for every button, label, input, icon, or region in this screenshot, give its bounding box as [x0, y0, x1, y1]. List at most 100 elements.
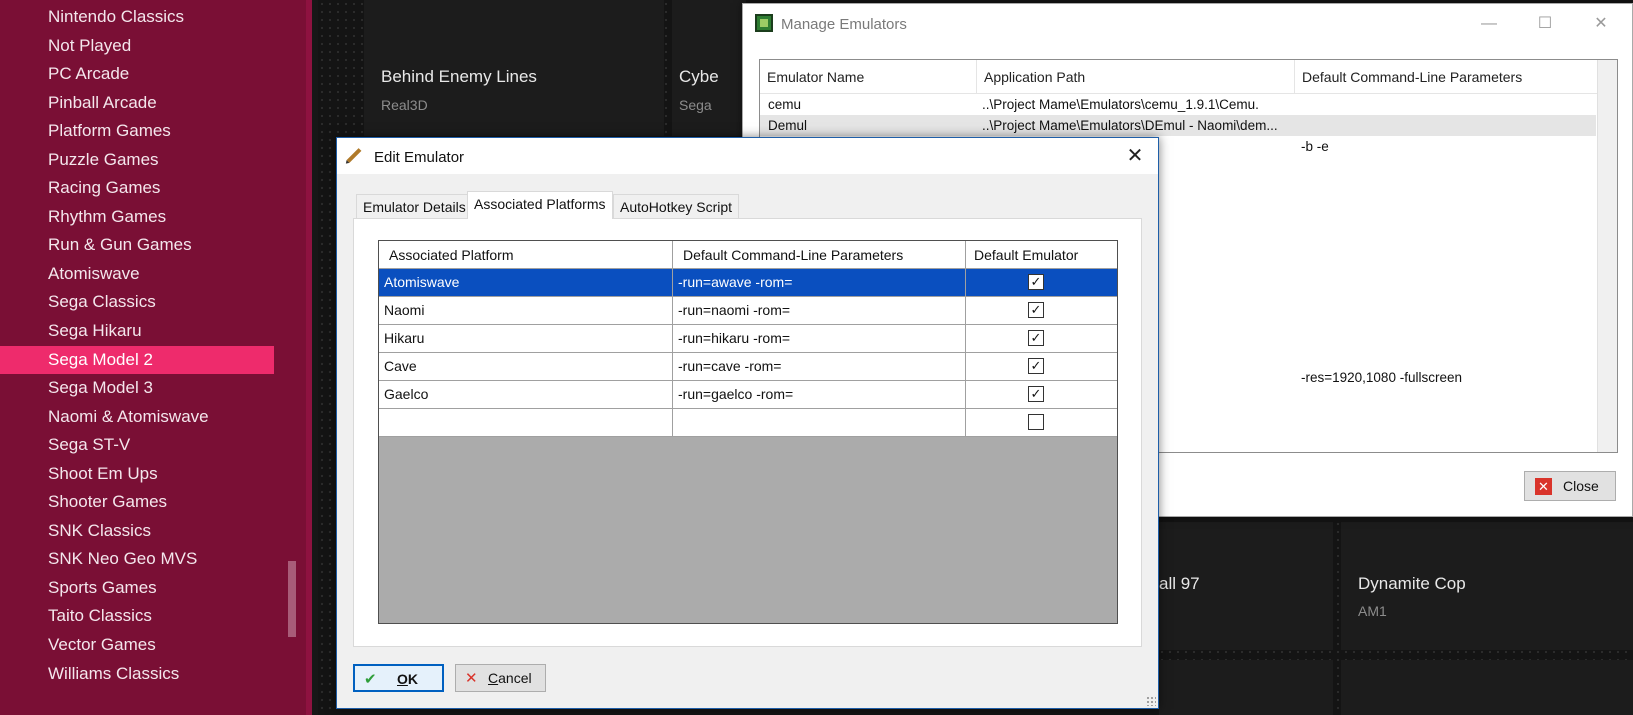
- associated-platform-cell[interactable]: Cave: [379, 353, 673, 380]
- default-emulator-checkbox[interactable]: ✓: [1028, 358, 1044, 374]
- parameters-cell: [1301, 220, 1591, 241]
- game-tile-cyber[interactable]: Cybe Sega: [672, 0, 746, 136]
- platform-sidebar: Nintendo Classics Not Played PC Arcade Pinb…: [0, 0, 312, 715]
- sidebar-item[interactable]: Nintendo Classics: [0, 3, 274, 32]
- column-header-parameters[interactable]: Default Command-Line Parameters: [1295, 60, 1596, 94]
- game-tile-bottom[interactable]: [1341, 660, 1633, 715]
- parameters-cell: -b -e: [1301, 139, 1329, 154]
- default-emulator-checkbox[interactable]: ✓: [1028, 274, 1044, 290]
- platform-row[interactable]: Gaelco -run=gaelco -rom= ✓: [379, 381, 1117, 409]
- sidebar-scrollbar[interactable]: [288, 561, 296, 637]
- associated-platform-cell[interactable]: Naomi: [379, 297, 673, 324]
- sidebar-item[interactable]: Pinball Arcade: [0, 89, 274, 118]
- sidebar-item[interactable]: Run & Gun Games: [0, 231, 274, 260]
- sidebar-item[interactable]: Rhythm Games: [0, 203, 274, 232]
- associated-platform-cell[interactable]: Gaelco: [379, 381, 673, 408]
- associated-platform-cell[interactable]: Hikaru: [379, 325, 673, 352]
- dialog-title: Edit Emulator: [374, 149, 465, 166]
- default-emulator-checkbox[interactable]: ✓: [1028, 302, 1044, 318]
- game-tile-behind-enemy-lines[interactable]: Behind Enemy Lines Real3D: [364, 0, 664, 136]
- sidebar-item[interactable]: Shooter Games: [0, 488, 274, 517]
- parameters-cell: [1301, 241, 1591, 262]
- sidebar-item[interactable]: Shoot Em Ups: [0, 460, 274, 489]
- cancel-button[interactable]: ✕ Cancel: [455, 664, 546, 692]
- emulators-list-scrollbar[interactable]: [1597, 60, 1617, 452]
- parameters-cell: [1301, 94, 1591, 115]
- default-emulator-checkbox[interactable]: ✓: [1028, 386, 1044, 402]
- parameters-cell: [1301, 199, 1591, 220]
- game-tile-dynamite-cop[interactable]: Dynamite Cop AM1: [1341, 522, 1633, 650]
- platform-row[interactable]: Atomiswave -run=awave -rom= ✓: [379, 269, 1117, 297]
- application-path-cell: ..\Project Mame\Emulators\DEmul - Naomi\…: [982, 118, 1278, 133]
- checkmark-icon: ✔: [364, 671, 377, 688]
- command-line-parameters-cell[interactable]: [673, 409, 966, 436]
- sidebar-item[interactable]: SNK Classics: [0, 517, 274, 546]
- sidebar-item[interactable]: Sega Classics: [0, 288, 274, 317]
- edit-emulator-dialog: Edit Emulator ✕ Emulator Details Associa…: [336, 137, 1159, 709]
- platform-row[interactable]: [379, 409, 1117, 437]
- command-line-parameters-cell[interactable]: -run=naomi -rom=: [673, 297, 966, 324]
- parameters-cell: -res=1920,1080 -fullscreen: [1301, 370, 1462, 385]
- ok-button-label: OK: [397, 671, 419, 687]
- sidebar-item[interactable]: Racing Games: [0, 174, 274, 203]
- column-header-default-emulator[interactable]: Default Emulator: [966, 241, 1117, 269]
- grid-header: Associated Platform Default Command-Line…: [379, 241, 1117, 269]
- command-line-parameters-cell[interactable]: -run=hikaru -rom=: [673, 325, 966, 352]
- associated-platform-cell[interactable]: Atomiswave: [379, 269, 673, 296]
- maximize-button[interactable]: ☐: [1530, 12, 1560, 36]
- emulator-row[interactable]: Demul ..\Project Mame\Emulators\DEmul - N…: [760, 115, 1596, 136]
- tab-emulator-details[interactable]: Emulator Details: [356, 194, 473, 219]
- associated-platforms-grid: Associated Platform Default Command-Line…: [378, 240, 1118, 624]
- sidebar-item[interactable]: Platform Games: [0, 117, 274, 146]
- tab-autohotkey-script[interactable]: AutoHotkey Script: [613, 194, 740, 219]
- platform-row[interactable]: Naomi -run=naomi -rom= ✓: [379, 297, 1117, 325]
- parameters-cell: [1301, 178, 1591, 199]
- manage-emulators-titlebar[interactable]: Manage Emulators — ☐ ✕: [743, 4, 1632, 44]
- game-tile-bottom[interactable]: [1159, 660, 1333, 715]
- default-emulator-checkbox[interactable]: [1028, 414, 1044, 430]
- associated-platform-cell[interactable]: [379, 409, 673, 436]
- emulator-chip-icon: [755, 14, 773, 32]
- game-tile-partial[interactable]: all 97: [1159, 522, 1333, 650]
- game-subtitle: Sega: [679, 97, 712, 113]
- sidebar-item[interactable]: PC Arcade: [0, 60, 274, 89]
- sidebar-item[interactable]: Atomiswave: [0, 260, 274, 289]
- column-header-emulator-name[interactable]: Emulator Name: [760, 60, 977, 94]
- default-emulator-checkbox[interactable]: ✓: [1028, 330, 1044, 346]
- column-header-application-path[interactable]: Application Path: [977, 60, 1295, 94]
- sidebar-item[interactable]: Vector Games: [0, 631, 274, 660]
- parameters-cell: [1301, 304, 1591, 325]
- command-line-parameters-cell[interactable]: -run=awave -rom=: [673, 269, 966, 296]
- platform-row[interactable]: Cave -run=cave -rom= ✓: [379, 353, 1117, 381]
- sidebar-item[interactable]: Sega ST-V: [0, 431, 274, 460]
- command-line-parameters-cell[interactable]: -run=cave -rom=: [673, 353, 966, 380]
- column-header-associated-platform[interactable]: Associated Platform: [379, 241, 673, 269]
- window-title: Manage Emulators: [781, 16, 907, 33]
- sidebar-item[interactable]: Sega Model 3: [0, 374, 274, 403]
- resize-grip[interactable]: [1146, 696, 1156, 706]
- sidebar-item[interactable]: Not Played: [0, 32, 274, 61]
- sidebar-item[interactable]: Naomi & Atomiswave: [0, 403, 274, 432]
- game-title: Behind Enemy Lines: [381, 67, 537, 86]
- default-emulator-cell: ✓: [966, 353, 1117, 380]
- dialog-close-button[interactable]: ✕: [1122, 143, 1148, 169]
- sidebar-item[interactable]: Sega Model 2: [0, 345, 274, 375]
- sidebar-item[interactable]: SNK Neo Geo MVS: [0, 545, 274, 574]
- ok-button[interactable]: ✔ OK: [353, 664, 444, 692]
- sidebar-item[interactable]: Sega Hikaru: [0, 317, 274, 346]
- command-line-parameters-cell[interactable]: -run=gaelco -rom=: [673, 381, 966, 408]
- close-button[interactable]: ✕ Close: [1524, 471, 1616, 501]
- sidebar-item[interactable]: Puzzle Games: [0, 146, 274, 175]
- sidebar-item[interactable]: Williams Classics: [0, 660, 274, 689]
- parameters-cell: [1301, 115, 1591, 136]
- minimize-button[interactable]: —: [1474, 12, 1504, 36]
- tab-associated-platforms[interactable]: Associated Platforms: [467, 191, 613, 219]
- sidebar-item[interactable]: Sports Games: [0, 574, 274, 603]
- edit-emulator-titlebar[interactable]: Edit Emulator ✕: [337, 138, 1158, 174]
- emulator-row[interactable]: cemu ..\Project Mame\Emulators\cemu_1.9.1…: [760, 94, 1596, 115]
- window-close-button[interactable]: ✕: [1586, 12, 1616, 36]
- sidebar-item[interactable]: Taito Classics: [0, 602, 274, 631]
- platform-row[interactable]: Hikaru -run=hikaru -rom= ✓: [379, 325, 1117, 353]
- parameters-cell: [1301, 346, 1591, 367]
- column-header-command-line-parameters[interactable]: Default Command-Line Parameters: [673, 241, 966, 269]
